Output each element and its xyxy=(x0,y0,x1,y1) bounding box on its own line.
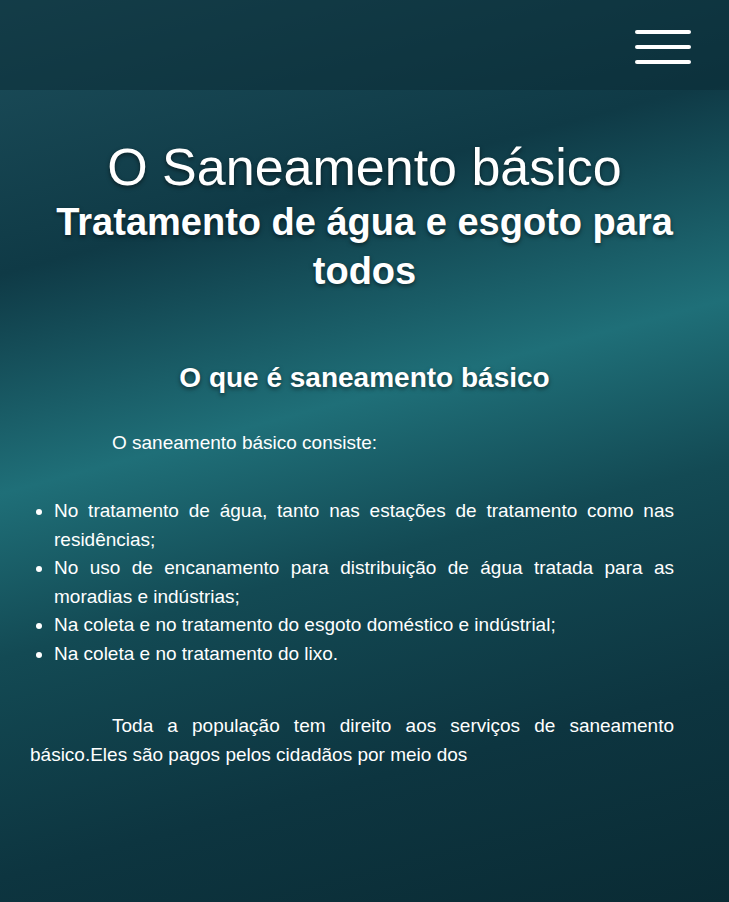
list-item: Na coleta e no tratamento do lixo. xyxy=(54,640,674,669)
section-paragraph: Toda a população tem direito aos serviço… xyxy=(30,712,674,769)
top-bar xyxy=(0,0,729,90)
list-item: No tratamento de água, tanto nas estaçõe… xyxy=(54,497,674,554)
section-heading: O que é saneamento básico xyxy=(30,357,674,399)
page: O Saneamento básicoTratamento de água e … xyxy=(0,0,729,902)
list-item: Na coleta e no tratamento do esgoto domé… xyxy=(54,611,674,640)
section-intro: O saneamento básico consiste: xyxy=(30,429,674,458)
menu-icon[interactable] xyxy=(635,30,691,64)
page-title: O Saneamento básico xyxy=(30,138,674,198)
item-list: No tratamento de água, tanto nas estaçõe… xyxy=(30,497,674,668)
list-item: No uso de encanamento para distribuição … xyxy=(54,554,674,611)
content: O Saneamento básicoTratamento de água e … xyxy=(0,90,729,769)
page-subtitle: Tratamento de água e esgoto para todos xyxy=(30,198,674,297)
